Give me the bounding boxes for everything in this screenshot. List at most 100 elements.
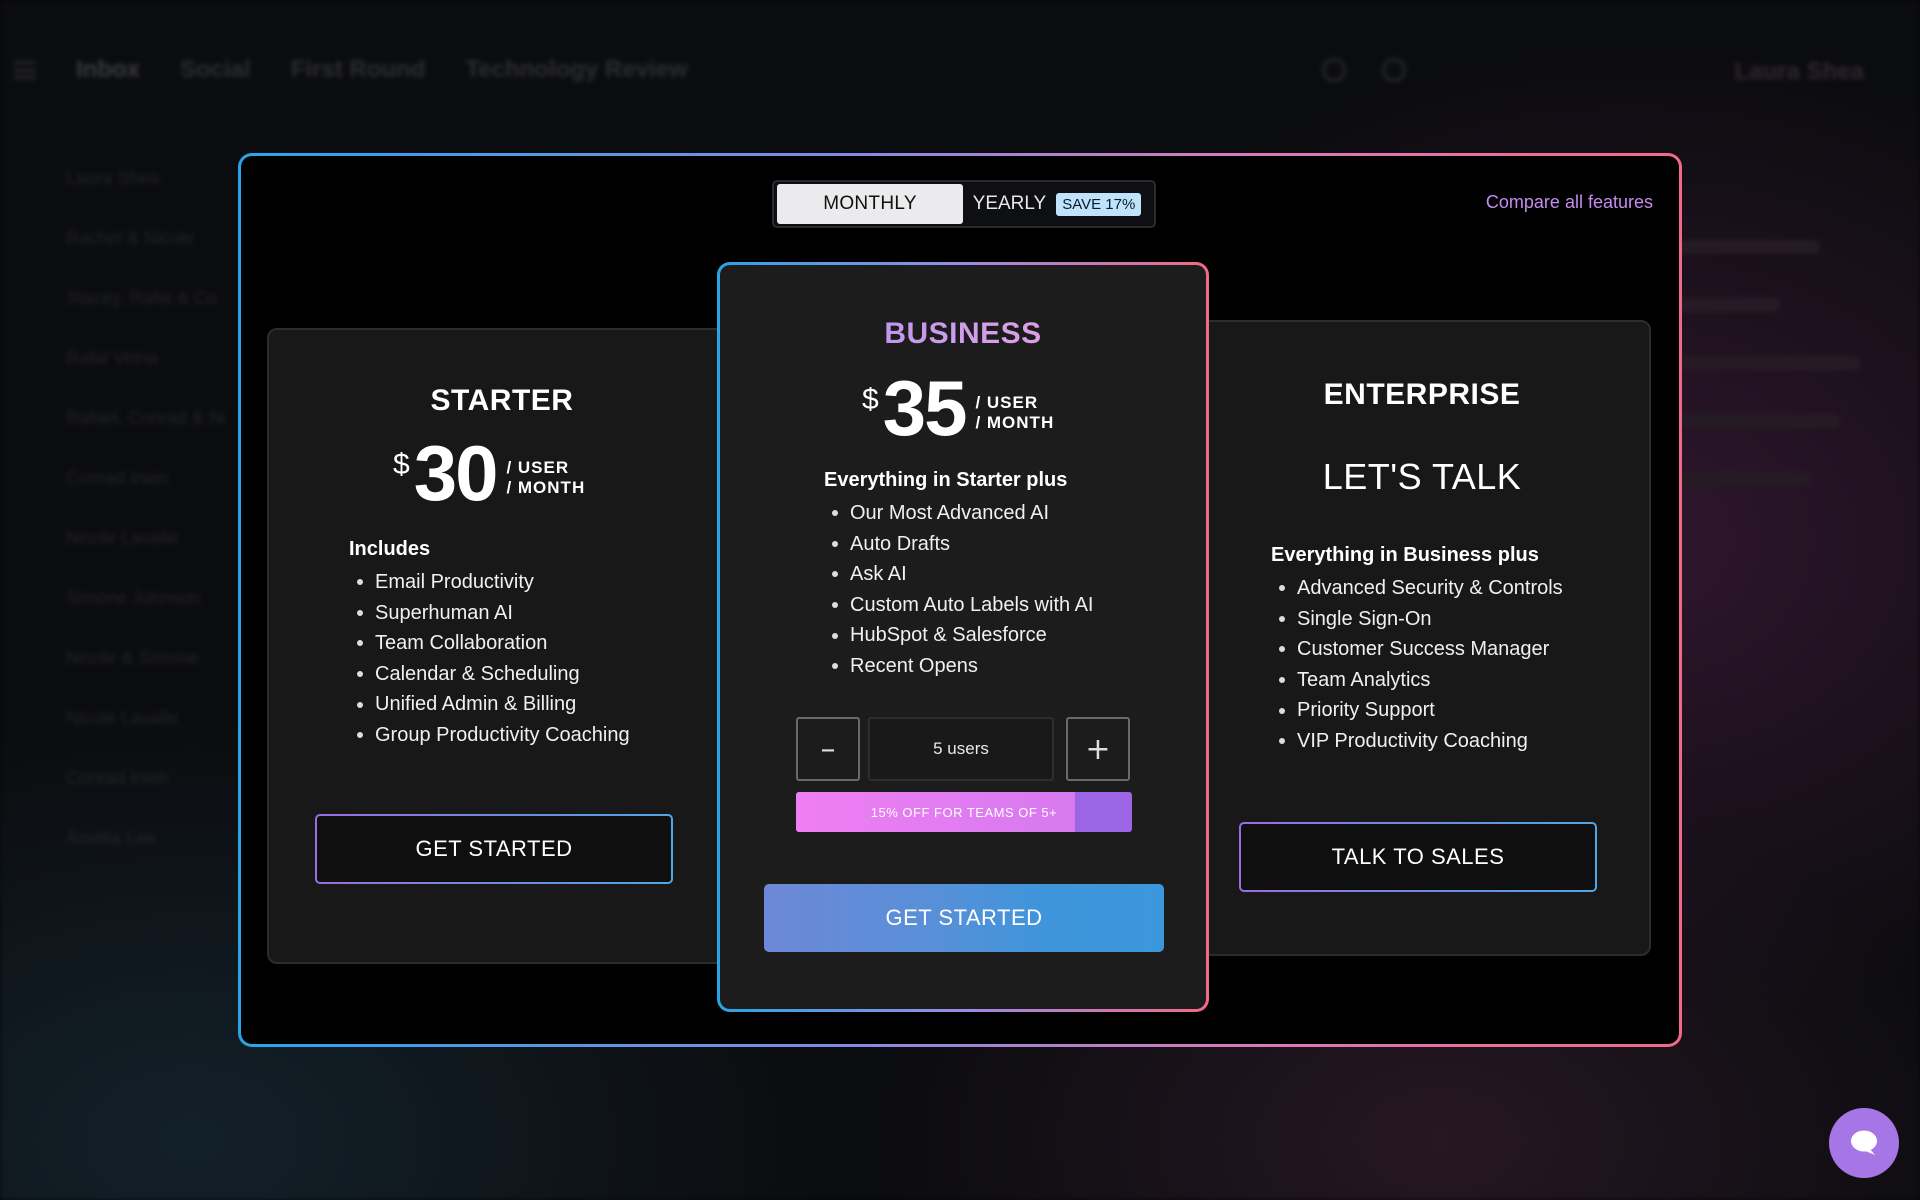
price-amount: 30 xyxy=(413,429,499,517)
bullet-icon xyxy=(1279,707,1285,714)
bullet-icon xyxy=(357,732,363,739)
plan-price: $ 30 / USER / MONTH xyxy=(393,434,585,512)
starter-get-started-label[interactable]: GET STARTED xyxy=(317,816,671,882)
bullet-icon xyxy=(1279,585,1285,592)
enterprise-plan-card: ENTERPRISE LET'S TALK Everything in Busi… xyxy=(1193,320,1651,956)
feature-label: Our Most Advanced AI xyxy=(850,502,1049,524)
bullet-icon xyxy=(1279,646,1285,653)
feature-label: Unified Admin & Billing xyxy=(375,693,577,716)
business-plan-card: BUSINESS $ 35 / USER / MONTH Everything … xyxy=(717,262,1209,1012)
users-count-field[interactable]: 5 users xyxy=(868,717,1054,781)
business-get-started-button[interactable]: GET STARTED xyxy=(764,884,1164,952)
chat-bubble-icon xyxy=(1851,1130,1877,1155)
feature-item: Single Sign-On xyxy=(1279,604,1563,635)
bullet-icon xyxy=(832,540,838,547)
feature-item: Our Most Advanced AI xyxy=(832,498,1093,529)
bullet-icon xyxy=(357,579,363,586)
price-unit-month: / MONTH xyxy=(975,413,1055,432)
feature-label: Customer Success Manager xyxy=(1297,638,1550,661)
bullet-icon xyxy=(357,701,363,708)
feature-item: HubSpot & Salesforce xyxy=(832,620,1093,651)
pricing-modal: MONTHLY YEARLY SAVE 17% Compare all feat… xyxy=(238,153,1682,1047)
bullet-icon xyxy=(357,640,363,647)
talk-to-sales-label[interactable]: TALK TO SALES xyxy=(1241,824,1595,890)
bullet-icon xyxy=(832,602,838,609)
feature-label: Advanced Security & Controls xyxy=(1297,577,1563,599)
feature-label: Auto Drafts xyxy=(850,532,951,555)
yearly-toggle-button[interactable]: YEARLY SAVE 17% xyxy=(963,184,1151,224)
plan-title: STARTER xyxy=(430,384,574,417)
feature-label: Group Productivity Coaching xyxy=(375,723,630,746)
bullet-icon xyxy=(832,663,838,670)
feature-list: Our Most Advanced AI Auto Drafts Ask AI … xyxy=(832,498,1093,682)
feature-item: Team Collaboration xyxy=(357,628,630,659)
feature-item: Custom Auto Labels with AI xyxy=(832,590,1093,621)
features-title: Includes xyxy=(349,538,431,560)
feature-label: Team Collaboration xyxy=(375,632,548,655)
features-title: Everything in Starter plus xyxy=(824,469,1068,491)
price-unit-user: / USER xyxy=(975,393,1039,412)
feature-label: Superhuman AI xyxy=(375,601,513,624)
bullet-icon xyxy=(832,632,838,639)
feature-label: HubSpot & Salesforce xyxy=(850,624,1047,647)
price-currency: $ xyxy=(862,383,879,416)
decrease-users-button[interactable]: – xyxy=(796,717,860,781)
price-unit: / USER / MONTH xyxy=(975,393,1054,433)
feature-item: Advanced Security & Controls xyxy=(1279,573,1563,604)
business-plan-card-body: BUSINESS $ 35 / USER / MONTH Everything … xyxy=(720,265,1206,1009)
bullet-icon xyxy=(357,671,363,678)
feature-item: Recent Opens xyxy=(832,651,1093,682)
feature-item: Priority Support xyxy=(1279,695,1563,726)
feature-item: Unified Admin & Billing xyxy=(357,689,630,720)
billing-period-toggle: MONTHLY YEARLY SAVE 17% xyxy=(772,180,1156,228)
yearly-toggle-label: YEARLY xyxy=(972,193,1047,214)
feature-label: Ask AI xyxy=(850,563,907,586)
team-discount-label: 15% OFF FOR TEAMS OF 5+ xyxy=(870,804,1058,820)
pricing-modal-body: MONTHLY YEARLY SAVE 17% Compare all feat… xyxy=(241,156,1679,1044)
bullet-icon xyxy=(832,510,838,517)
price-unit-month: / MONTH xyxy=(506,478,586,497)
compare-features-link[interactable]: Compare all features xyxy=(1486,192,1653,213)
price-unit: / USER / MONTH xyxy=(506,458,585,498)
talk-to-sales-button[interactable]: TALK TO SALES xyxy=(1239,822,1597,892)
chat-button[interactable] xyxy=(1829,1108,1899,1178)
bullet-icon xyxy=(1279,738,1285,745)
feature-label: Team Analytics xyxy=(1297,668,1431,691)
feature-list: Advanced Security & Controls Single Sign… xyxy=(1279,573,1563,757)
feature-item: Calendar & Scheduling xyxy=(357,659,630,690)
feature-label: Calendar & Scheduling xyxy=(375,662,580,685)
increase-users-button[interactable]: + xyxy=(1066,717,1130,781)
feature-item: VIP Productivity Coaching xyxy=(1279,726,1563,757)
feature-item: Superhuman AI xyxy=(357,598,630,629)
enterprise-price-text: LET'S TALK xyxy=(1322,456,1522,497)
starter-get-started-button[interactable]: GET STARTED xyxy=(315,814,673,884)
starter-plan-card: STARTER $ 30 / USER / MONTH Includes Ema… xyxy=(267,328,737,964)
feature-item: Email Productivity xyxy=(357,567,630,598)
feature-label: Priority Support xyxy=(1297,699,1435,722)
bullet-icon xyxy=(357,609,363,616)
feature-item: Group Productivity Coaching xyxy=(357,720,630,751)
bullet-icon xyxy=(832,571,838,578)
feature-item: Ask AI xyxy=(832,559,1093,590)
features-title: Everything in Business plus xyxy=(1271,544,1539,566)
monthly-toggle-button[interactable]: MONTHLY xyxy=(777,184,963,224)
plan-title: BUSINESS xyxy=(720,317,1206,351)
feature-item: Auto Drafts xyxy=(832,529,1093,560)
monthly-toggle-label: MONTHLY xyxy=(823,193,917,214)
feature-label: VIP Productivity Coaching xyxy=(1297,729,1528,752)
feature-label: Single Sign-On xyxy=(1297,607,1432,630)
feature-label: Email Productivity xyxy=(375,571,534,593)
price-amount: 35 xyxy=(882,364,968,452)
feature-list: Email Productivity Superhuman AI Team Co… xyxy=(357,567,630,751)
feature-label: Recent Opens xyxy=(850,654,978,677)
price-unit-user: / USER xyxy=(506,458,570,477)
plan-title: ENTERPRISE xyxy=(1323,378,1521,411)
save-badge: SAVE 17% xyxy=(1056,192,1142,216)
price-currency: $ xyxy=(393,448,410,481)
bullet-icon xyxy=(1279,615,1285,622)
team-discount-bar: 15% OFF FOR TEAMS OF 5+ xyxy=(796,792,1132,832)
bullet-icon xyxy=(1279,677,1285,684)
plan-price: $ 35 / USER / MONTH xyxy=(862,369,1054,447)
feature-item: Customer Success Manager xyxy=(1279,634,1563,665)
feature-item: Team Analytics xyxy=(1279,665,1563,696)
